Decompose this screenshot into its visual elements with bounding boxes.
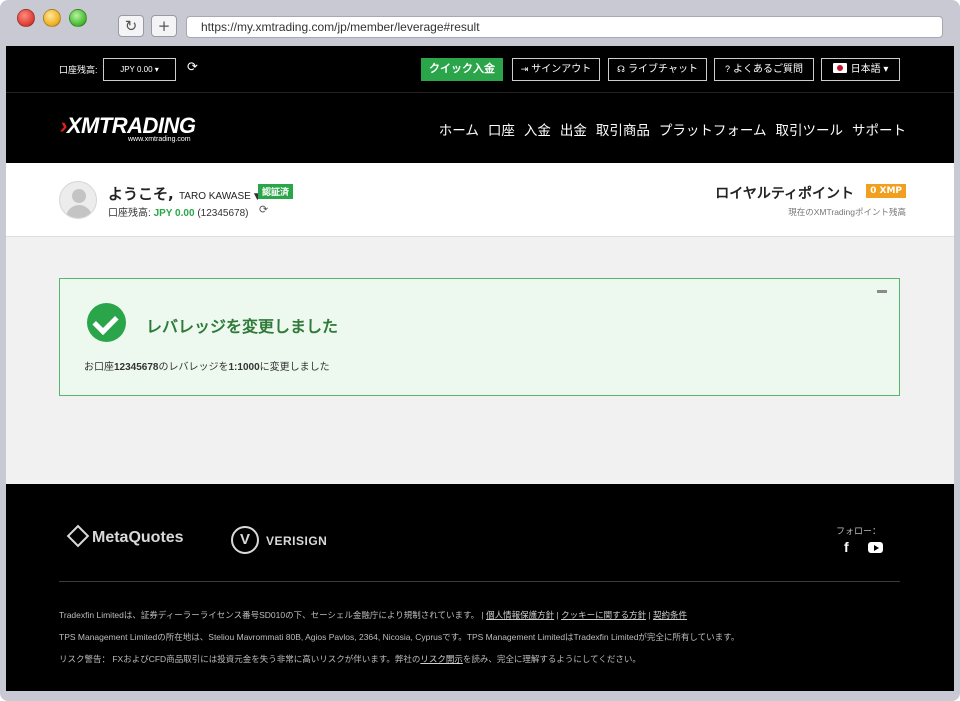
success-panel: レバレッジを変更しました お口座12345678のレバレッジを1:1000に変更… [59, 278, 900, 396]
nav-item-deposit[interactable]: 入金 [524, 119, 551, 139]
risk-text-pre: リスク警告： FXおよびCFD商品取引には投資元金を失う非常に高いリスクが伴いま… [59, 654, 421, 664]
nav-item-support[interactable]: サポート [852, 119, 906, 139]
success-title: レバレッジを変更しました [146, 317, 339, 336]
points-badge: 0 XMP [866, 184, 906, 198]
facebook-icon[interactable]: f [844, 539, 849, 555]
privacy-policy-link[interactable]: 個人情報保護方針 [486, 610, 554, 620]
signout-label: サインアウト [531, 64, 592, 75]
browser-window: ↻ + https://my.xmtrading.com/jp/member/l… [0, 0, 960, 701]
welcome-greeting[interactable]: ようこそ, TARO KAWASE▼ [108, 183, 261, 204]
welcome-bar: ようこそ, TARO KAWASE▼ 認証済 口座残高: JPY 0.00 (1… [6, 163, 954, 237]
faq-button[interactable]: ? よくあるご質問 [714, 58, 814, 81]
main-menu: ホーム 口座 入金 出金 取引商品 プラットフォーム 取引ツール サポート [439, 119, 906, 139]
youtube-icon[interactable] [868, 542, 883, 553]
faq-label: よくあるご質問 [733, 64, 803, 75]
language-dropdown[interactable]: 日本語 ▾ [821, 58, 900, 81]
account-balance: 口座残高: JPY 0.00 (12345678) [108, 204, 248, 219]
refresh-icon[interactable]: ⟳ [187, 60, 198, 75]
nav-item-home[interactable]: ホーム [439, 119, 479, 139]
top-utility-bar: 口座残高: JPY 0.00 ▾ ⟳ クイック入金 ⇥ サインアウト ☊ ライブチャ… [6, 46, 954, 93]
question-icon: ? [724, 64, 730, 74]
close-window-icon[interactable] [17, 9, 35, 27]
balance-label: 口座残高: [108, 208, 151, 219]
livechat-label: ライブチャット [628, 64, 698, 75]
signout-icon: ⇥ [520, 64, 529, 74]
verisign-icon: V [231, 526, 259, 554]
verified-badge: 認証済 [258, 184, 294, 199]
message-mid: のレバレッジを [158, 362, 229, 373]
footer: MetaQuotes V VERISIGN フォロー： f Tradexfin … [6, 484, 954, 691]
logo-subtitle: www.xmtrading.com [128, 136, 191, 143]
japan-flag-icon [832, 63, 847, 73]
account-number: (12345678) [197, 208, 249, 219]
livechat-button[interactable]: ☊ ライブチャット [608, 58, 707, 81]
minimize-window-icon[interactable] [43, 9, 61, 27]
maximize-window-icon[interactable] [69, 9, 87, 27]
message-leverage: 1:1000 [228, 362, 260, 373]
risk-disclosure-link[interactable]: リスク開示 [420, 654, 463, 664]
language-label: 日本語 [850, 64, 881, 75]
nav-item-account[interactable]: 口座 [488, 119, 515, 139]
cookie-policy-link[interactable]: クッキーに関する方針 [561, 610, 646, 620]
logo-text: XMTRADING [66, 113, 196, 138]
new-tab-button[interactable]: + [151, 15, 177, 37]
regulation-text: Tradexfin Limitedは、証券ディーラーライセンス番号SD010の下… [59, 610, 487, 620]
collapse-icon[interactable] [877, 290, 887, 293]
balance-label: 口座残高: [59, 65, 98, 75]
points-subtitle: 現在のXMTradingポイント残高 [788, 207, 906, 217]
metaquotes-logo: MetaQuotes [66, 524, 184, 548]
refresh-icon[interactable]: ⟳ [259, 203, 268, 216]
loyalty-points-title: ロイヤルティポイント [715, 186, 854, 202]
balance-value: JPY 0.00 [153, 208, 195, 219]
user-name: TARO KAWASE [178, 191, 251, 202]
avatar [59, 181, 97, 219]
checkmark-icon [87, 303, 126, 342]
logo-mark-icon: › [60, 113, 67, 138]
legal-line-address: TPS Management Limitedの所在地は、Steliou Mavr… [59, 632, 740, 642]
footer-divider [59, 581, 900, 582]
follow-label: フォロー： [836, 526, 882, 536]
separator: | [646, 610, 654, 620]
signout-button[interactable]: ⇥ サインアウト [512, 58, 600, 81]
greeting-text: ようこそ, [108, 185, 174, 203]
quick-deposit-button[interactable]: クイック入金 [421, 58, 503, 81]
legal-line-risk: リスク警告： FXおよびCFD商品取引には投資元金を失う非常に高いリスクが伴いま… [59, 653, 641, 665]
caret-down-icon: ▾ [154, 65, 159, 74]
address-bar[interactable]: https://my.xmtrading.com/jp/member/lever… [186, 16, 943, 38]
terms-link[interactable]: 契約条件 [653, 610, 687, 620]
risk-text-post: を読み、完全に理解するようにしてください。 [462, 654, 641, 664]
balance-dropdown-value: JPY 0.00 [120, 65, 153, 74]
nav-item-withdrawal[interactable]: 出金 [560, 119, 587, 139]
metaquotes-text: MetaQuotes [92, 529, 184, 546]
reload-icon[interactable]: ↻ [118, 15, 144, 37]
nav-item-tools[interactable]: 取引ツール [776, 119, 844, 139]
legal-line-regulation: Tradexfin Limitedは、証券ディーラーライセンス番号SD010の下… [59, 609, 687, 621]
message-prefix: お口座 [84, 362, 114, 373]
message-suffix: に変更しました [259, 362, 330, 373]
nav-item-products[interactable]: 取引商品 [596, 119, 650, 139]
nav-item-platforms[interactable]: プラットフォーム [659, 119, 767, 139]
main-navigation: ›XMTRADING www.xmtrading.com ホーム 口座 入金 出… [6, 93, 954, 163]
success-message: お口座12345678のレバレッジを1:1000に変更しました [84, 358, 330, 373]
verisign-logo: VERISIGN [266, 534, 328, 548]
message-account: 12345678 [114, 362, 159, 373]
balance-dropdown[interactable]: JPY 0.00 ▾ [103, 58, 176, 81]
metaquotes-icon [66, 524, 90, 548]
headset-icon: ☊ [617, 64, 626, 74]
caret-down-icon: ▾ [883, 64, 889, 75]
page-viewport: 口座残高: JPY 0.00 ▾ ⟳ クイック入金 ⇥ サインアウト ☊ ライブチャ… [6, 46, 954, 691]
